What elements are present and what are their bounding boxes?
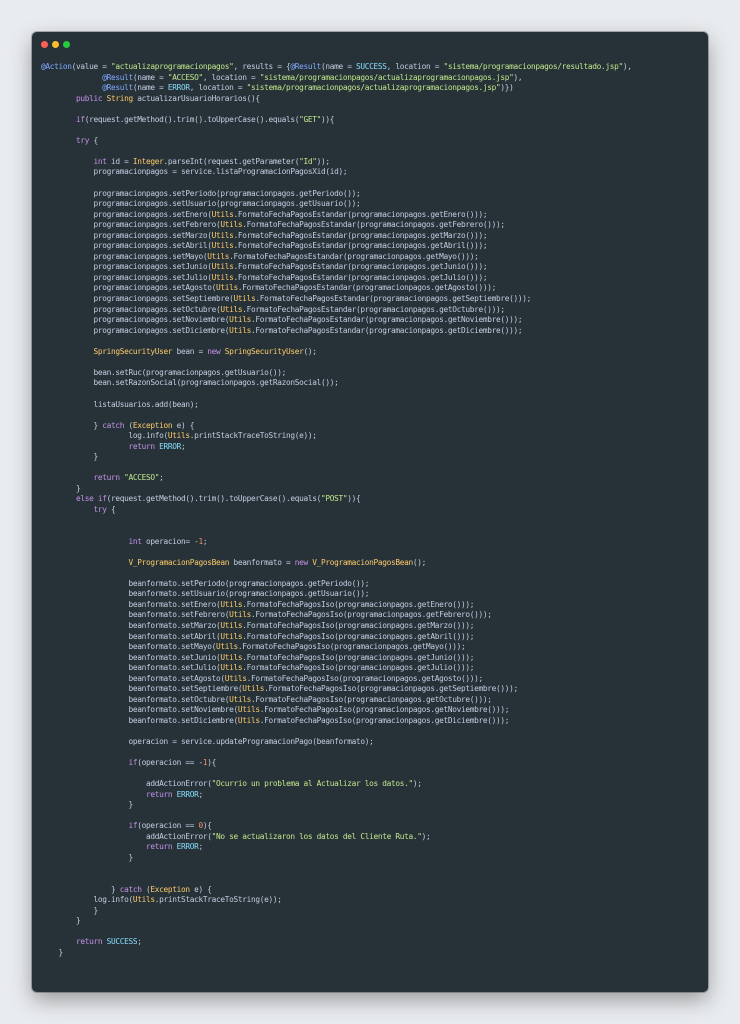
code-line: programacionpagos.setJunio(Utils.Formato…: [93, 262, 488, 272]
code-line: programacionpagos.setEnero(Utils.Formato…: [93, 209, 488, 219]
code-line: }: [41, 800, 133, 810]
code-line: beanformato.setAgosto(Utils.FormatoFecha…: [128, 673, 483, 683]
code-line: beanformato.setOctubre(Utils.FormatoFech…: [128, 694, 492, 704]
code-line: }: [41, 947, 63, 957]
code-line: V_ProgramacionPagosBean beanformato = ne…: [128, 557, 426, 567]
window-titlebar: [32, 32, 708, 58]
code-line: SpringSecurityUser bean = new SpringSecu…: [93, 346, 317, 356]
code-line: }: [41, 452, 98, 462]
code-line: addActionError("No se actualizaron los d…: [145, 831, 431, 841]
code-line: programacionpagos.setMarzo(Utils.Formato…: [93, 230, 488, 240]
code-line: return ERROR;: [145, 842, 203, 852]
code-line: programacionpagos.setAbril(Utils.Formato…: [93, 241, 488, 251]
code-line: programacionpagos.setSeptiembre(Utils.Fo…: [93, 294, 532, 304]
code-line: beanformato.setPeriodo(programacionpagos…: [128, 578, 370, 588]
code-line: beanformato.setEnero(Utils.FormatoFechaP…: [128, 599, 475, 609]
code-line: return SUCCESS;: [76, 937, 142, 947]
code-line: }: [41, 483, 81, 493]
code-line: programacionpagos.setAgosto(Utils.Format…: [93, 283, 497, 293]
code-line: beanformato.setUsuario(programacionpagos…: [128, 589, 370, 599]
code-line: @Result(name = "ACCESO", location = "sis…: [102, 72, 523, 82]
minimize-dot-icon: [52, 41, 59, 48]
close-dot-icon: [41, 41, 48, 48]
code-line: programacionpagos.setPeriodo(programacio…: [93, 188, 361, 198]
code-line: beanformato.setJulio(Utils.FormatoFechaP…: [128, 663, 475, 673]
code-line: @Action(value = "actualizaprogramacionpa…: [41, 62, 632, 71]
code-line: programacionpagos.setFebrero(Utils.Forma…: [93, 220, 506, 230]
code-line: programacionpagos.setNoviembre(Utils.For…: [93, 315, 523, 325]
code-line: beanformato.setNoviembre(Utils.FormatoFe…: [128, 705, 510, 715]
code-line: beanformato.setMayo(Utils.FormatoFechaPa…: [128, 642, 466, 652]
code-line: return "ACCESO";: [93, 473, 164, 483]
code-line: bean.setRuc(programacionpagos.getUsuario…: [93, 367, 287, 377]
code-line: else if(request.getMethod().trim().toUpp…: [76, 494, 361, 504]
code-line: programacionpagos.setJulio(Utils.Formato…: [93, 272, 488, 282]
code-line: if(request.getMethod().trim().toUpperCas…: [76, 114, 335, 124]
code-line: } catch (Exception e) {: [41, 420, 195, 430]
code-line: log.info(Utils.printStackTraceToString(e…: [128, 431, 317, 441]
maximize-dot-icon: [63, 41, 70, 48]
code-line: }: [41, 853, 133, 863]
code-line: public String actualizarUsuarioHorarios(…: [76, 93, 260, 103]
code-line: beanformato.setFebrero(Utils.FormatoFech…: [128, 610, 492, 620]
code-line: }: [41, 916, 81, 926]
code-line: listaUsuarios.add(bean);: [93, 399, 199, 409]
code-line: beanformato.setJunio(Utils.FormatoFechaP…: [128, 652, 475, 662]
code-line: }: [41, 905, 98, 915]
code-line: programacionpagos.setUsuario(programacio…: [93, 199, 361, 209]
code-line: beanformato.setMarzo(Utils.FormatoFechaP…: [128, 620, 475, 630]
code-line: } catch (Exception e) {: [41, 884, 212, 894]
code-line: try {: [93, 504, 116, 514]
code-line: return ERROR;: [145, 789, 203, 799]
code-line: programacionpagos.setMayo(Utils.FormatoF…: [93, 251, 479, 261]
code-line: log.info(Utils.printStackTraceToString(e…: [93, 895, 282, 905]
code-line: beanformato.setAbril(Utils.FormatoFechaP…: [128, 631, 475, 641]
code-line: if(operacion == -1){: [128, 758, 216, 768]
code-line: programacionpagos = service.listaProgram…: [93, 167, 348, 177]
code-line: bean.setRazonSocial(programacionpagos.ge…: [93, 378, 339, 388]
code-line: operacion = service.updateProgramacionPa…: [128, 737, 374, 746]
code-line: beanformato.setDiciembre(Utils.FormatoFe…: [128, 715, 510, 725]
code-line: if(operacion == 0){: [128, 821, 212, 831]
code-block: @Action(value = "actualizaprogramacionpa…: [41, 62, 704, 958]
code-line: beanformato.setSeptiembre(Utils.FormatoF…: [128, 684, 518, 694]
code-line: programacionpagos.setDiciembre(Utils.For…: [93, 325, 523, 335]
code-line: programacionpagos.setOctubre(Utils.Forma…: [93, 304, 506, 314]
code-line: addActionError("Ocurrio un problema al A…: [145, 779, 422, 789]
code-line: try {: [76, 135, 98, 145]
code-line: return ERROR;: [128, 441, 186, 451]
code-line: int id = Integer.parseInt(request.getPar…: [93, 156, 331, 166]
code-line: int operacion= -1;: [128, 536, 208, 546]
code-window: @Action(value = "actualizaprogramacionpa…: [32, 32, 708, 992]
code-line: @Result(name = ERROR, location = "sistem…: [102, 83, 514, 93]
